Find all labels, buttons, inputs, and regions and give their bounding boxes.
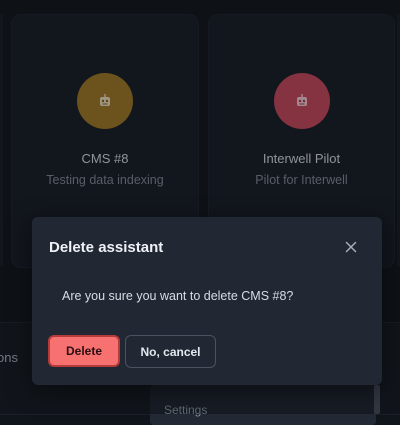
close-icon bbox=[345, 241, 357, 253]
cancel-button[interactable]: No, cancel bbox=[125, 335, 216, 368]
delete-button[interactable]: Delete bbox=[48, 335, 120, 367]
dialog-title: Delete assistant bbox=[49, 239, 164, 256]
dialog-message: Are you sure you want to delete CMS #8? bbox=[62, 289, 294, 303]
delete-assistant-dialog: Delete assistant Are you sure you want t… bbox=[32, 217, 382, 385]
close-button[interactable] bbox=[341, 237, 361, 257]
